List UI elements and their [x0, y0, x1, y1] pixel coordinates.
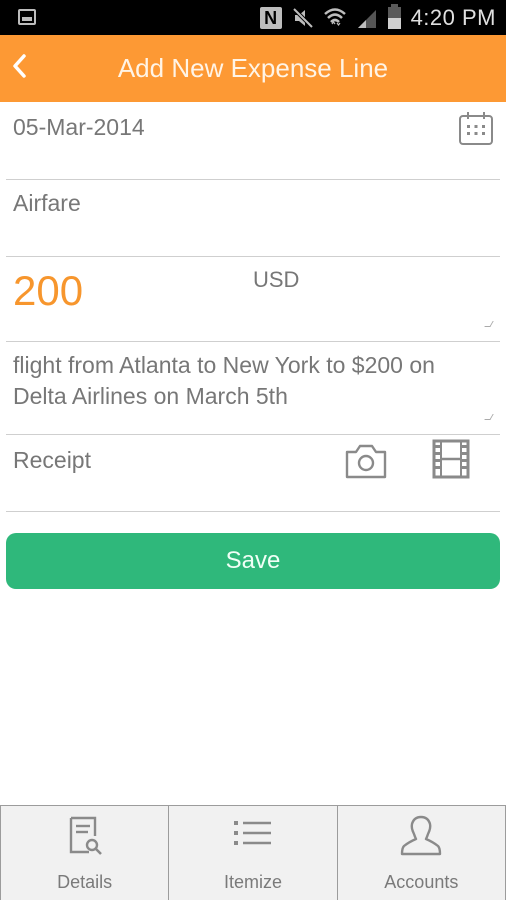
description-input[interactable]: flight from Atlanta to New York to $200 …: [13, 350, 483, 412]
receipt-label: Receipt: [13, 447, 91, 473]
nav-label: Itemize: [223, 872, 282, 892]
category-field[interactable]: Airfare: [6, 180, 500, 257]
user-icon: [401, 815, 442, 856]
clock: 4:20 PM: [410, 4, 496, 30]
receipt-field: Receipt: [6, 435, 500, 512]
wifi-icon: [323, 7, 346, 26]
page-title: Add New Expense Line: [117, 53, 389, 83]
date-field[interactable]: 05-Mar-2014: [6, 102, 500, 180]
save-button[interactable]: Save: [6, 533, 500, 589]
resize-grip-icon: [484, 321, 494, 327]
nav-item-accounts[interactable]: Accounts: [336, 806, 506, 900]
image-icon: [18, 9, 36, 25]
resize-grip-icon: [484, 414, 494, 420]
camera-icon[interactable]: [344, 442, 388, 480]
list-icon: [233, 821, 271, 845]
currency-selector[interactable]: USD: [253, 267, 299, 293]
nfc-icon: N: [259, 6, 282, 29]
nav-label: Accounts: [384, 872, 459, 892]
signal-icon: [357, 9, 376, 28]
status-icons: N 4:20 PM: [259, 0, 496, 35]
film-icon[interactable]: [432, 439, 470, 479]
document-search-icon: [69, 816, 102, 855]
date-value[interactable]: 05-Mar-2014: [13, 114, 145, 141]
amount-input[interactable]: 200: [13, 267, 83, 315]
app-bar: Add New Expense Line: [0, 35, 506, 102]
amount-field[interactable]: 200 USD: [6, 257, 500, 342]
bottom-nav: Details Itemize Accounts: [0, 805, 506, 900]
nav-label: Details: [57, 872, 113, 892]
category-value[interactable]: Airfare: [13, 190, 81, 217]
nav-item-details[interactable]: Details: [0, 806, 168, 900]
calendar-icon[interactable]: [458, 110, 494, 146]
mute-icon: [292, 7, 313, 28]
battery-icon: [387, 3, 401, 29]
description-field[interactable]: flight from Atlanta to New York to $200 …: [6, 342, 500, 435]
status-bar: N 4:20 PM: [0, 0, 506, 35]
nav-item-itemize[interactable]: Itemize: [168, 806, 336, 900]
